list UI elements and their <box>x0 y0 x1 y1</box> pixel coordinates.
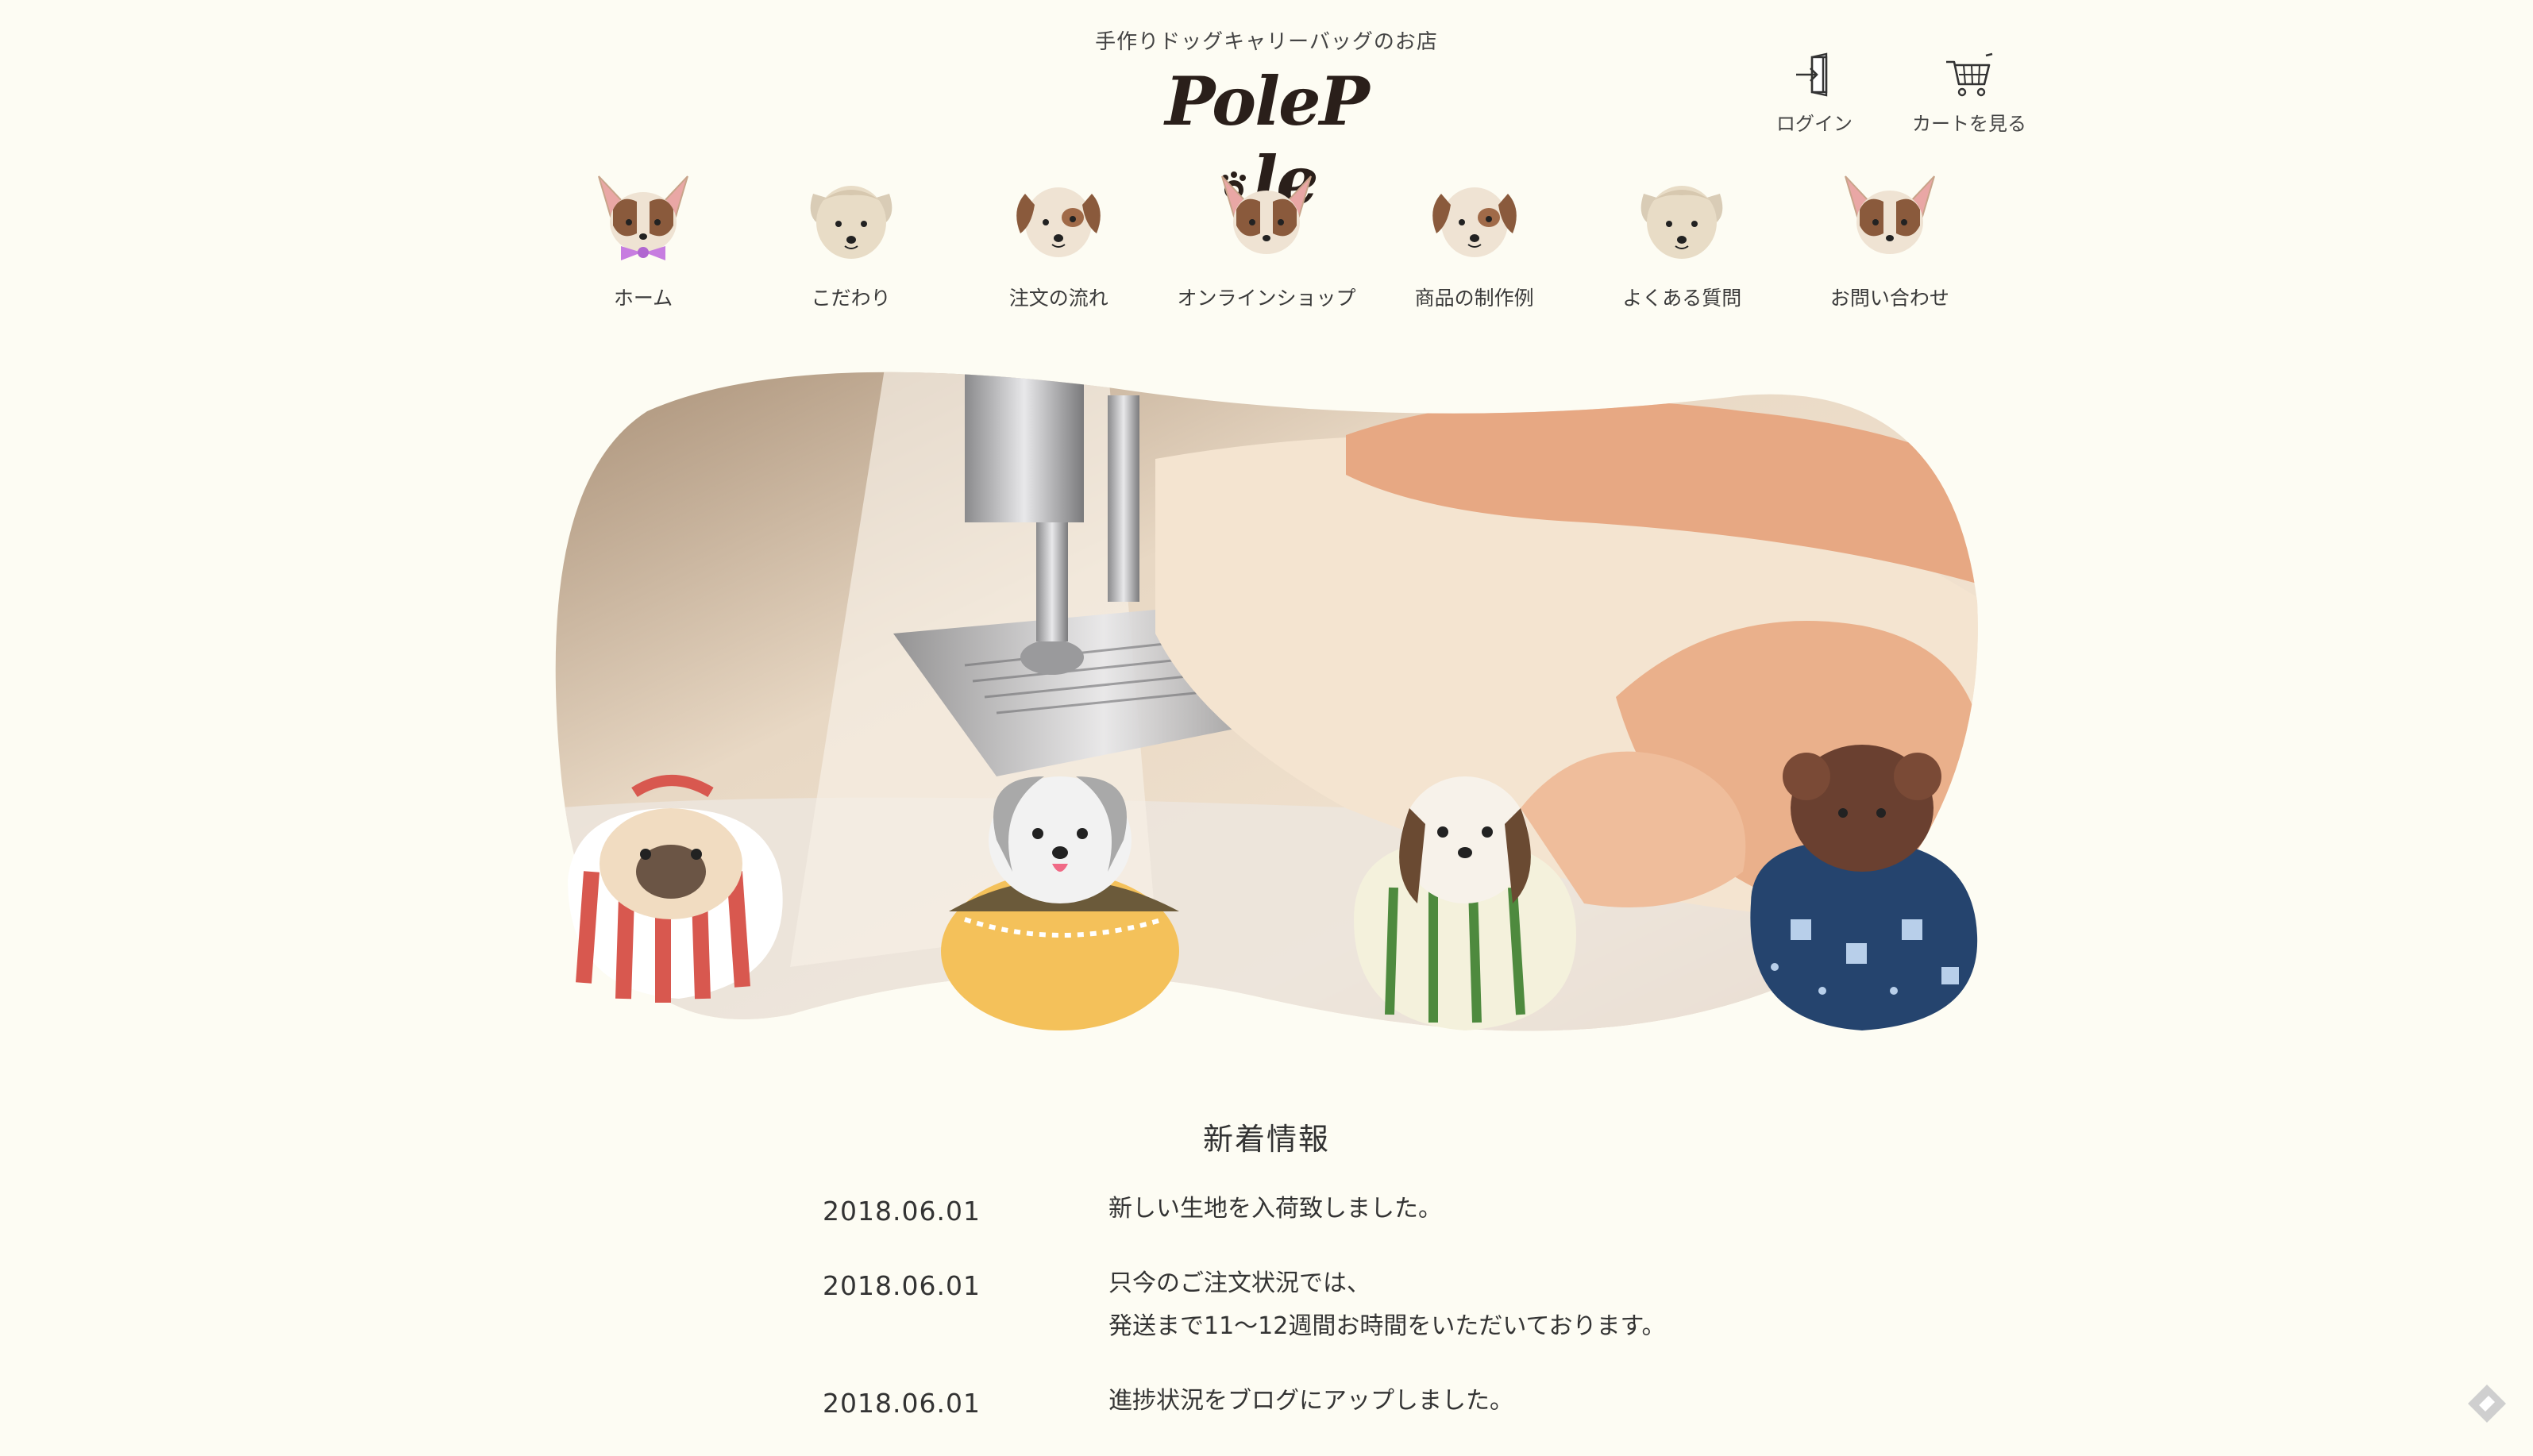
terrier-icon <box>1640 186 1723 259</box>
logo-text-pole: Pole <box>1165 62 1320 141</box>
terrier-icon <box>810 186 892 259</box>
chihuahua-icon <box>1221 175 1312 254</box>
news-date: 2018.06.01 <box>823 1196 981 1227</box>
news-line: 進捗状況をブログにアップしました。 <box>1108 1387 1513 1415</box>
news-item: 2018.06.01 只今のご注文状況では、 発送まで11〜12週間お時間をいた… <box>823 1269 1775 1348</box>
nav-label-home: ホーム <box>613 287 673 310</box>
nav-item-examples[interactable]: 商品の制作例 <box>1371 170 1578 321</box>
news-text[interactable]: 新しい生地を入荷致しました。 <box>1108 1188 1442 1231</box>
login-button[interactable]: ログイン <box>1763 52 1866 136</box>
nav-item-order-flow[interactable]: 注文の流れ <box>955 170 1162 321</box>
nav-label-examples: 商品の制作例 <box>1414 287 1534 310</box>
view-cart-button[interactable]: カートを見る <box>1902 52 2037 136</box>
news-item: 2018.06.01 進捗状況をブログにアップしました。 <box>823 1387 1775 1423</box>
news-text[interactable]: 只今のご注文状況では、 発送まで11〜12週間お時間をいただいております。 <box>1108 1262 1666 1348</box>
site-tagline: 手作りドッグキャリーバッグのお店 <box>1095 30 1438 54</box>
news-heading: 新着情報 <box>1202 1122 1330 1157</box>
scroll-top-icon[interactable] <box>2465 1381 2509 1426</box>
nav-label-contact: お問い合わせ <box>1829 287 1949 310</box>
nav-label-order-flow: 注文の流れ <box>1008 287 1108 310</box>
cart-label: カートを見る <box>1912 113 2026 135</box>
site-logo[interactable]: PoleP le <box>1163 62 1370 220</box>
news-line: 発送まで11〜12週間お時間をいただいております。 <box>1108 1312 1666 1340</box>
logo-text-p: P <box>1319 62 1370 141</box>
nav-label-faq: よくある質問 <box>1622 287 1742 310</box>
nav-item-online-shop[interactable]: オンラインショップ <box>1163 170 1370 321</box>
news-line: 新しい生地を入荷致しました。 <box>1108 1195 1442 1223</box>
nav-item-home[interactable]: ホーム <box>540 170 746 321</box>
page: 手作りドッグキャリーバッグのお店 PoleP le ログイン カートを見る ホー… <box>0 0 2533 1456</box>
nav-item-contact[interactable]: お問い合わせ <box>1787 170 1993 321</box>
beagle-icon <box>1016 187 1101 257</box>
news-date: 2018.06.01 <box>823 1270 981 1301</box>
beagle-icon <box>1432 187 1517 257</box>
nav-item-kodawari[interactable]: こだわり <box>748 170 954 321</box>
main-nav: ホーム こだわり 注文の流れ オンラインショップ 商品の制作例 よくある質問 お… <box>540 170 1993 321</box>
news-item: 2018.06.01 新しい生地を入荷致しました。 <box>823 1195 1775 1231</box>
news-text[interactable]: 進捗状況をブログにアップしました。 <box>1108 1380 1513 1423</box>
nav-label-kodawari: こだわり <box>811 287 891 310</box>
hero-sewing-illustration <box>555 372 1978 1031</box>
chihuahua-bowtie-icon <box>598 175 688 260</box>
hero-image <box>552 364 1985 1054</box>
news-list: 2018.06.01 新しい生地を入荷致しました。 2018.06.01 只今の… <box>823 1195 1775 1456</box>
news-date: 2018.06.01 <box>823 1388 981 1419</box>
login-door-icon <box>1796 52 1828 97</box>
cart-icon <box>1946 52 1993 97</box>
login-label: ログイン <box>1776 113 1853 135</box>
chihuahua-icon <box>1844 175 1935 254</box>
news-line: 只今のご注文状況では、 <box>1108 1269 1371 1297</box>
nav-label-online-shop: オンラインショップ <box>1177 287 1356 310</box>
nav-item-faq[interactable]: よくある質問 <box>1579 170 1785 321</box>
